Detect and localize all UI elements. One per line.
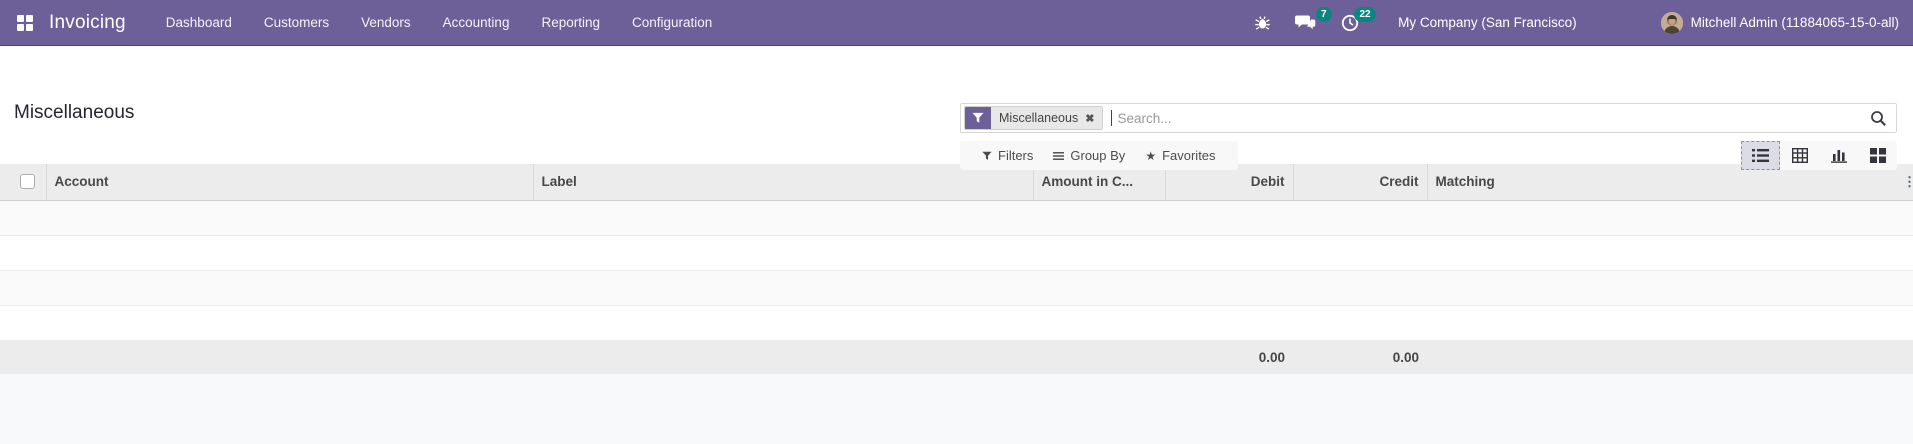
- app-name[interactable]: Invoicing: [49, 12, 126, 34]
- top-navbar: Invoicing Dashboard Customers Vendors Ac…: [0, 0, 1913, 46]
- page-title: Miscellaneous: [14, 102, 135, 123]
- favorites-button[interactable]: ★ Favorites: [1135, 145, 1225, 166]
- main-menu: Dashboard Customers Vendors Accounting R…: [150, 0, 729, 45]
- content-bottom-space: [0, 374, 1913, 444]
- filter-funnel-icon: [965, 107, 991, 129]
- table-row-empty: [0, 270, 1913, 305]
- search-input[interactable]: [1112, 110, 1866, 126]
- filters-button[interactable]: Filters: [972, 145, 1043, 166]
- graph-view-button[interactable]: [1819, 141, 1858, 170]
- column-header-account[interactable]: Account: [45, 164, 533, 201]
- pivot-view-button[interactable]: [1780, 141, 1819, 170]
- total-debit: 0.00: [1165, 340, 1293, 374]
- search-bar[interactable]: Miscellaneous ✖: [960, 103, 1897, 133]
- table-row-empty: [0, 305, 1913, 340]
- select-all-cell: [0, 164, 46, 201]
- company-switcher[interactable]: My Company (San Francisco): [1398, 15, 1577, 30]
- user-name: Mitchell Admin (11884065-15-0-all): [1690, 15, 1899, 30]
- table-row-empty: [0, 200, 1913, 235]
- control-panel-row2: Filters Group By ★ Favorites: [960, 141, 1897, 170]
- facet-label: Miscellaneous: [999, 111, 1079, 125]
- view-switcher: [1741, 141, 1897, 170]
- column-header-label[interactable]: Label: [532, 164, 1033, 201]
- debug-bug-icon[interactable]: [1242, 0, 1283, 45]
- control-panel: Miscellaneous Miscellaneous ✖ Search... …: [0, 46, 1913, 170]
- facet-body: Miscellaneous ✖: [991, 107, 1103, 129]
- search-magnifier-icon[interactable]: [1870, 110, 1887, 132]
- list-view-button[interactable]: [1741, 141, 1780, 170]
- filters-funnel-icon: [982, 151, 992, 161]
- facet-remove-icon[interactable]: ✖: [1085, 112, 1094, 125]
- favorites-label: Favorites: [1162, 148, 1216, 163]
- search-facet: Miscellaneous ✖: [964, 106, 1104, 130]
- optional-columns-toggle-icon[interactable]: ⋮: [1903, 164, 1913, 201]
- user-avatar: [1660, 11, 1683, 34]
- user-menu[interactable]: Mitchell Admin (11884065-15-0-all): [1660, 11, 1899, 34]
- messages-icon[interactable]: 7: [1283, 0, 1333, 45]
- table-row-empty: [0, 235, 1913, 270]
- activities-clock-icon[interactable]: 22: [1328, 0, 1377, 45]
- table-totals-row: 0.00 0.00: [0, 340, 1913, 374]
- search-area: Miscellaneous ✖ Search... Filters Group …: [960, 103, 1897, 170]
- select-all-checkbox[interactable]: [20, 174, 35, 190]
- menu-item-accounting[interactable]: Accounting: [427, 0, 526, 45]
- group-by-label: Group By: [1070, 148, 1126, 163]
- apps-menu-icon[interactable]: [14, 12, 36, 34]
- menu-item-customers[interactable]: Customers: [248, 0, 345, 45]
- menu-item-dashboard[interactable]: Dashboard: [150, 0, 248, 45]
- total-credit: 0.00: [1293, 340, 1427, 374]
- group-by-bars-icon: [1053, 151, 1065, 161]
- menu-item-vendors[interactable]: Vendors: [345, 0, 427, 45]
- kanban-view-button[interactable]: [1858, 141, 1897, 170]
- activities-count-badge: 22: [1353, 7, 1377, 22]
- journal-items-table: Account Label Amount in C... Debit Credi…: [0, 164, 1913, 374]
- systray: 7 22 My Company (San Francisco) Mitchell…: [1242, 0, 1899, 45]
- search-options: Filters Group By ★ Favorites: [960, 141, 1238, 170]
- menu-item-reporting[interactable]: Reporting: [525, 0, 616, 45]
- group-by-button[interactable]: Group By: [1043, 145, 1135, 166]
- filters-label: Filters: [998, 148, 1034, 163]
- menu-item-configuration[interactable]: Configuration: [616, 0, 728, 45]
- favorites-star-icon: ★: [1145, 148, 1157, 163]
